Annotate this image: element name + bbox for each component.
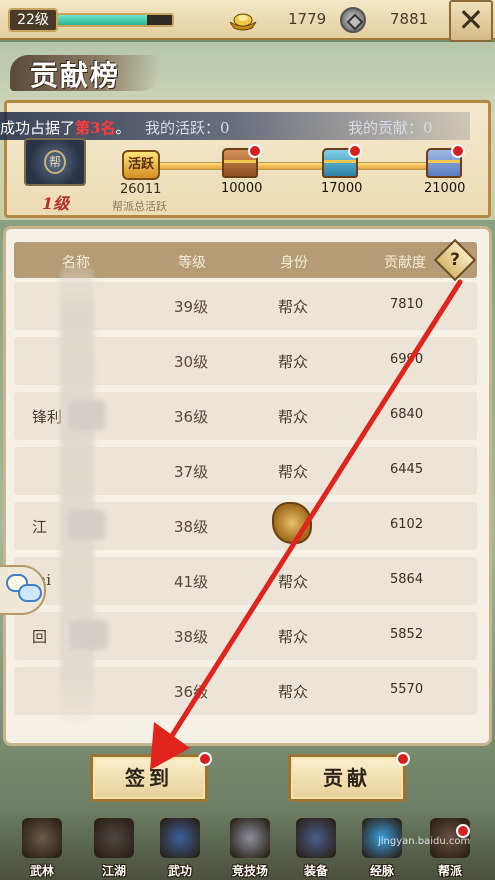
nav-item-label: 武功: [167, 864, 192, 878]
nav-item-label: 竞技场: [231, 864, 268, 878]
nav-item-label: 帮派: [437, 864, 462, 878]
name-blur-patch: [68, 400, 106, 430]
pagoda-icon: [22, 818, 62, 858]
silver-coin-icon: [340, 7, 366, 33]
member-level: 36级: [174, 683, 209, 701]
armor-icon: [296, 818, 336, 858]
my-contribution: 我的贡献：0: [348, 119, 433, 137]
column-header-contribution: 贡献度: [384, 255, 426, 271]
member-contribution: 6990: [390, 352, 424, 367]
nav-item-label: 经脉: [369, 864, 394, 878]
rank-notice-suffix: 。: [115, 119, 131, 137]
nav-item-3[interactable]: 武功: [152, 818, 208, 880]
chest-3-threshold: 21000: [424, 181, 466, 196]
column-header-level: 等级: [178, 255, 206, 271]
sign-in-button[interactable]: 签到: [90, 754, 208, 802]
member-contribution: 6445: [390, 462, 424, 477]
member-contribution: 5570: [390, 682, 424, 697]
member-contribution: 5852: [390, 627, 424, 642]
activity-total: 26011: [120, 182, 162, 197]
chest-2-notice-dot: [348, 144, 362, 158]
member-level: 30级: [174, 353, 209, 371]
sign-in-notice-dot: [198, 752, 212, 766]
chest-1-threshold: 10000: [221, 181, 263, 196]
member-role: 帮众: [278, 408, 309, 426]
nav-item-4[interactable]: 竞技场: [222, 818, 278, 880]
gold-ingot-icon: [229, 13, 257, 31]
guild-emblem-mark: 帮: [44, 150, 66, 174]
nav-item-1[interactable]: 武林: [14, 818, 70, 880]
activity-caption: 帮派总活跃: [112, 200, 167, 213]
gold-amount: 1779: [288, 10, 327, 28]
member-level: 36级: [174, 408, 209, 426]
member-contribution: 7810: [390, 297, 424, 312]
rank-notice-rank: 第3名: [75, 119, 116, 137]
rank-notice-prefix: 成功占据了: [0, 119, 76, 137]
nav-item-label: 武林: [29, 864, 54, 878]
member-contribution: 5864: [390, 572, 424, 587]
guild-emblem-icon[interactable]: 帮: [24, 138, 86, 186]
member-role: 帮众: [278, 463, 309, 481]
help-question-icon: ?: [450, 250, 460, 270]
crossed-swords-icon: [230, 818, 270, 858]
guild-leader-badge-icon: [272, 502, 312, 544]
contribute-notice-dot: [396, 752, 410, 766]
close-button[interactable]: ✕: [449, 0, 493, 42]
member-role: 帮众: [278, 683, 309, 701]
name-blur-patch: [68, 510, 106, 540]
chest-3-notice-dot: [451, 144, 465, 158]
member-level: 39级: [174, 298, 209, 316]
contribute-button[interactable]: 贡献: [288, 754, 406, 802]
exp-progress-bar: [56, 13, 174, 27]
member-contribution: 6102: [390, 517, 424, 532]
activity-medal: 活跃: [122, 150, 160, 180]
member-role: 帮众: [278, 298, 309, 316]
page-title: 贡献榜: [30, 59, 121, 92]
player-level-badge: 22级: [8, 8, 58, 32]
nav-item-6[interactable]: 经脉: [354, 818, 410, 880]
member-name: 回: [32, 628, 48, 646]
rank-notice: 成功占据了第3名。: [0, 117, 130, 138]
activity-progress-track: [142, 162, 462, 170]
my-activity: 我的活跃：0: [145, 119, 230, 137]
member-level: 37级: [174, 463, 209, 481]
member-name: 江: [32, 518, 48, 536]
member-role: 帮众: [278, 353, 309, 371]
column-header-role: 身份: [280, 255, 308, 271]
nav-item-label: 装备: [303, 864, 328, 878]
activity-progress-fill: [143, 163, 461, 169]
chest-2-threshold: 17000: [321, 181, 363, 196]
nav-item-7[interactable]: 帮派: [422, 818, 478, 880]
chest-1-notice-dot: [248, 144, 262, 158]
coin-amount: 7881: [390, 10, 429, 28]
nav-item-5[interactable]: 装备: [288, 818, 344, 880]
scroll-book-icon: [160, 818, 200, 858]
chat-bubble-icon-secondary: [18, 584, 42, 602]
member-level: 38级: [174, 628, 209, 646]
nav-item-2[interactable]: 江湖: [86, 818, 142, 880]
swordsman-icon: [94, 818, 134, 858]
member-role: 帮众: [278, 573, 309, 591]
watermark: jingyan.baidu.com: [378, 836, 471, 847]
member-role: 帮众: [278, 628, 309, 646]
member-contribution: 6840: [390, 407, 424, 422]
member-level: 41级: [174, 573, 209, 591]
guild-level: 1级: [42, 194, 70, 213]
name-column-blur: [60, 263, 94, 723]
exp-progress-fill: [58, 15, 147, 25]
name-blur-patch: [70, 620, 108, 650]
member-level: 38级: [174, 518, 209, 536]
nav-item-label: 江湖: [101, 864, 126, 878]
